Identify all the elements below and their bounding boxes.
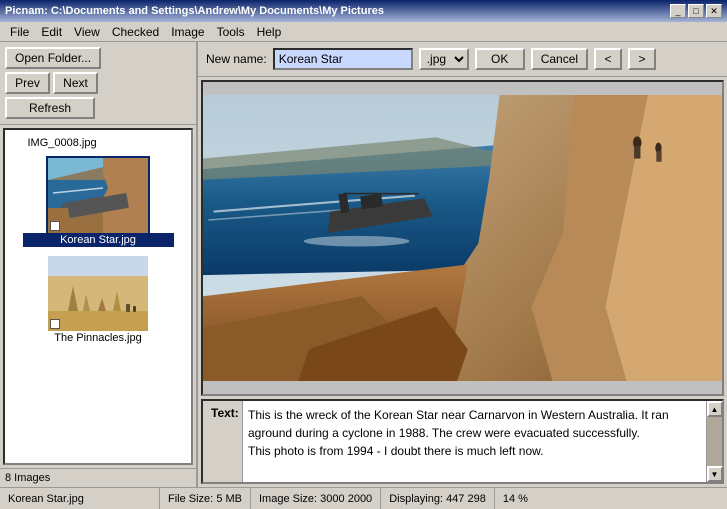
file-item-name: Korean Star.jpg [23,233,174,247]
window-controls: _ □ ✕ [670,4,722,18]
item-checkbox[interactable] [50,319,60,329]
refresh-button[interactable]: Refresh [5,97,95,119]
status-displaying: Displaying: 447 298 [381,488,495,509]
prev-nav-button[interactable]: < [594,48,622,70]
thumbnail [48,256,148,331]
list-item[interactable]: The Pinnacles.jpg [21,254,176,347]
menu-tools[interactable]: Tools [212,24,250,40]
extension-select[interactable]: .jpg .png .bmp [419,48,469,70]
scroll-track [707,417,722,466]
status-filesize: File Size: 5 MB [160,488,251,509]
next-nav-button[interactable]: > [628,48,656,70]
main-content: Open Folder... Prev Next Refresh IMG_000… [0,42,727,487]
toolbar-row-3: Refresh [5,97,191,119]
new-name-label: New name: [206,52,267,66]
text-scrollbar[interactable]: ▲ ▼ [706,401,722,482]
close-button[interactable]: ✕ [706,4,722,18]
menu-image[interactable]: Image [166,24,209,40]
main-image-svg [203,82,722,394]
window-title: Picnam: C:\Documents and Settings\Andrew… [5,5,384,17]
desert-thumbnail [48,256,148,331]
ok-button[interactable]: OK [475,48,525,70]
prev-button[interactable]: Prev [5,72,50,94]
open-folder-button[interactable]: Open Folder... [5,47,101,69]
file-list[interactable]: IMG_0008.jpg [3,128,193,465]
new-name-input[interactable] [273,48,413,70]
menu-bar: File Edit View Checked Image Tools Help [0,22,727,42]
item-checkbox[interactable] [50,221,60,231]
file-item-name: IMG_0008.jpg [23,137,174,149]
file-list-inner: IMG_0008.jpg [5,130,191,352]
menu-checked[interactable]: Checked [107,24,164,40]
minimize-button[interactable]: _ [670,4,686,18]
scroll-down-button[interactable]: ▼ [707,466,723,482]
toolbar-row-1: Open Folder... [5,47,191,69]
text-content: This is the wreck of the Korean Star nea… [243,401,706,482]
file-item-name: The Pinnacles.jpg [23,331,174,345]
image-display [201,80,724,396]
name-bar: New name: .jpg .png .bmp OK Cancel < > [198,42,727,77]
text-description-area: Text: This is the wreck of the Korean St… [201,399,724,484]
status-zoom: 14 % [495,488,536,509]
scroll-up-button[interactable]: ▲ [707,401,723,417]
text-label: Text: [203,401,243,482]
left-panel: Open Folder... Prev Next Refresh IMG_000… [0,42,198,487]
status-filename: Korean Star.jpg [0,488,160,509]
menu-file[interactable]: File [5,24,34,40]
images-count: 8 Images [0,468,196,487]
menu-help[interactable]: Help [252,24,287,40]
list-item[interactable]: IMG_0008.jpg [21,135,176,151]
status-imagesize: Image Size: 3000 2000 [251,488,381,509]
list-item[interactable]: Korean Star.jpg [21,156,176,249]
cancel-button[interactable]: Cancel [531,48,588,70]
toolbar: Open Folder... Prev Next Refresh [0,42,196,125]
menu-edit[interactable]: Edit [36,24,67,40]
menu-view[interactable]: View [69,24,105,40]
right-panel: New name: .jpg .png .bmp OK Cancel < > [198,42,727,487]
status-bar: Korean Star.jpg File Size: 5 MB Image Si… [0,487,727,509]
toolbar-row-2: Prev Next [5,72,191,94]
next-button[interactable]: Next [53,72,98,94]
thumbnail [48,158,148,233]
maximize-button[interactable]: □ [688,4,704,18]
title-bar: Picnam: C:\Documents and Settings\Andrew… [0,0,727,22]
ship-thumbnail [48,158,148,233]
